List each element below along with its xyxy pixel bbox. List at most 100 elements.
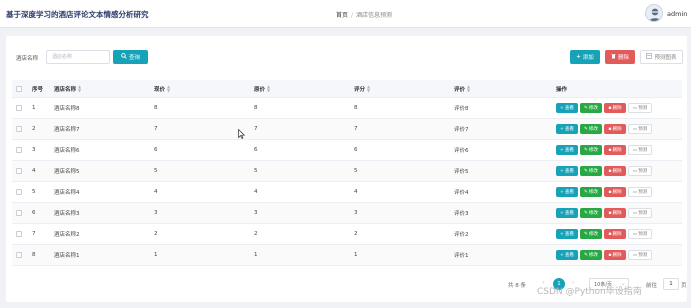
sort-icon: ▲ ▼	[78, 83, 82, 93]
col-review-header[interactable]: 评价 ▲ ▼	[454, 84, 556, 93]
predict-button[interactable]: ▭ 预测	[628, 208, 652, 218]
view-button[interactable]: + 查看	[556, 145, 578, 155]
edit-button[interactable]: ✎ 修改	[580, 229, 602, 239]
row-original-price: 6	[254, 147, 258, 153]
add-button[interactable]: + 添加	[570, 50, 600, 64]
top-bar: 基于深度学习的酒店评论文本情感分析研究 首页 / 酒店信息预测 admin	[0, 0, 691, 28]
row-checkbox[interactable]	[16, 105, 22, 111]
row-review: 评价4	[454, 190, 469, 196]
row-checkbox[interactable]	[16, 210, 22, 216]
predict-button[interactable]: ▭ 预测	[628, 229, 652, 239]
col-price-header[interactable]: 原价 ▲ ▼	[254, 84, 354, 93]
col-score-header[interactable]: 评分 ▲ ▼	[354, 83, 454, 93]
row-delete-button[interactable]: ▪ 删除	[604, 124, 626, 134]
row-actions: + 查看 ✎ 修改 ▪ 删除 ▭ 预测	[556, 166, 682, 176]
delete-button[interactable]: 删除	[605, 50, 635, 64]
row-score: 1	[354, 252, 358, 258]
table-row[interactable]: 6 酒店名称3 3 3 3 评价3 + 查看 ✎ 修改 ▪ 删除 ▭ 预测	[12, 203, 682, 224]
user-name[interactable]: admin	[667, 10, 687, 18]
predict-button[interactable]: ▭ 预测	[628, 187, 652, 197]
plus-icon: +	[576, 54, 581, 60]
edit-button[interactable]: ✎ 修改	[580, 250, 602, 260]
row-checkbox[interactable]	[16, 168, 22, 174]
predict-button[interactable]: ▭ 预测	[628, 124, 652, 134]
row-delete-button[interactable]: ▪ 删除	[604, 250, 626, 260]
row-checkbox[interactable]	[16, 189, 22, 195]
edit-button[interactable]: ✎ 修改	[580, 208, 602, 218]
predict-button[interactable]: ▭ 预测	[628, 103, 652, 113]
search-input[interactable]	[46, 50, 110, 64]
table-row[interactable]: 8 酒店名称1 1 1 1 评价1 + 查看 ✎ 修改 ▪ 删除 ▭ 预测	[12, 245, 682, 266]
chat-icon: ▭	[632, 252, 638, 258]
row-delete-button[interactable]: ▪ 删除	[604, 208, 626, 218]
trash-icon: ▪	[608, 168, 612, 174]
predict-button[interactable]: ▭ 预测	[628, 145, 652, 155]
col-now-header[interactable]: 现价 ▲ ▼	[154, 84, 254, 93]
row-delete-button[interactable]: ▪ 删除	[604, 229, 626, 239]
row-delete-button[interactable]: ▪ 删除	[604, 103, 626, 113]
chat-icon: ▭	[632, 210, 638, 216]
row-review: 评价3	[454, 211, 469, 217]
row-review: 评价8	[454, 106, 469, 112]
row-delete-button[interactable]: ▪ 删除	[604, 166, 626, 176]
row-hotel-name: 酒店名称3	[54, 211, 80, 217]
trash-icon: ▪	[608, 231, 612, 237]
edit-button-label: 修改	[588, 148, 599, 153]
row-checkbox[interactable]	[16, 252, 22, 258]
row-checkbox[interactable]	[16, 147, 22, 153]
row-actions: + 查看 ✎ 修改 ▪ 删除 ▭ 预测	[556, 124, 682, 134]
edit-button[interactable]: ✎ 修改	[580, 166, 602, 176]
view-button-label: 查看	[564, 148, 575, 153]
row-hotel-name: 酒店名称7	[54, 127, 80, 133]
predict-button-label: 预测	[638, 253, 648, 258]
table-row[interactable]: 7 酒店名称2 2 2 2 评价2 + 查看 ✎ 修改 ▪ 删除 ▭ 预测	[12, 224, 682, 245]
table-row[interactable]: 4 酒店名称5 5 5 5 评价5 + 查看 ✎ 修改 ▪ 删除 ▭ 预测	[12, 161, 682, 182]
row-score: 6	[354, 147, 358, 153]
row-delete-button[interactable]: ▪ 删除	[604, 145, 626, 155]
breadcrumb-home[interactable]: 首页	[336, 12, 348, 19]
edit-icon: ✎	[583, 210, 588, 216]
table-row[interactable]: 3 酒店名称6 6 6 6 评价6 + 查看 ✎ 修改 ▪ 删除 ▭ 预测	[12, 140, 682, 161]
search-button[interactable]: 查询	[113, 50, 148, 64]
view-button[interactable]: + 查看	[556, 187, 578, 197]
edit-button[interactable]: ✎ 修改	[580, 124, 602, 134]
view-button-label: 查看	[564, 169, 575, 174]
chat-icon: ▭	[632, 168, 638, 174]
table-row[interactable]: 5 酒店名称4 4 4 4 评价4 + 查看 ✎ 修改 ▪ 删除 ▭ 预测	[12, 182, 682, 203]
row-checkbox-cell	[12, 231, 32, 237]
row-review: 评价6	[454, 148, 469, 154]
view-button[interactable]: + 查看	[556, 229, 578, 239]
row-hotel-name: 酒店名称2	[54, 232, 80, 238]
edit-button[interactable]: ✎ 修改	[580, 103, 602, 113]
edit-button[interactable]: ✎ 修改	[580, 187, 602, 197]
table-row[interactable]: 2 酒店名称7 7 7 7 评价7 + 查看 ✎ 修改 ▪ 删除 ▭ 预测	[12, 119, 682, 140]
row-delete-button[interactable]: ▪ 删除	[604, 187, 626, 197]
table-row[interactable]: 1 酒店名称8 8 8 8 评价8 + 查看 ✎ 修改 ▪ 删除 ▭ 预测	[12, 98, 682, 119]
row-current-price: 1	[154, 252, 158, 258]
view-button[interactable]: + 查看	[556, 250, 578, 260]
select-all-checkbox[interactable]	[16, 85, 22, 92]
view-button[interactable]: + 查看	[556, 166, 578, 176]
predict-chart-label: 预测图表	[654, 55, 677, 61]
row-checkbox[interactable]	[16, 126, 22, 132]
edit-button[interactable]: ✎ 修改	[580, 145, 602, 155]
add-button-label: 添加	[582, 55, 594, 61]
row-checkbox[interactable]	[16, 231, 22, 237]
row-delete-label: 删除	[612, 232, 622, 237]
sort-icon: ▲ ▼	[367, 83, 371, 93]
view-button[interactable]: + 查看	[556, 124, 578, 134]
predict-button[interactable]: ▭ 预测	[628, 250, 652, 260]
row-original-price: 5	[254, 168, 258, 174]
view-button[interactable]: + 查看	[556, 208, 578, 218]
view-button[interactable]: + 查看	[556, 103, 578, 113]
col-name-header[interactable]: 酒店名称 ▲ ▼	[54, 83, 154, 93]
row-index: 6	[32, 210, 36, 216]
row-index: 5	[32, 189, 36, 195]
goto-page-input[interactable]: 1	[663, 278, 679, 290]
avatar[interactable]	[645, 4, 663, 22]
plus-icon: +	[559, 252, 564, 258]
predict-chart-button[interactable]: 预测图表	[640, 50, 683, 64]
row-review: 评价1	[454, 253, 469, 259]
predict-button[interactable]: ▭ 预测	[628, 166, 652, 176]
row-index: 2	[32, 126, 36, 132]
